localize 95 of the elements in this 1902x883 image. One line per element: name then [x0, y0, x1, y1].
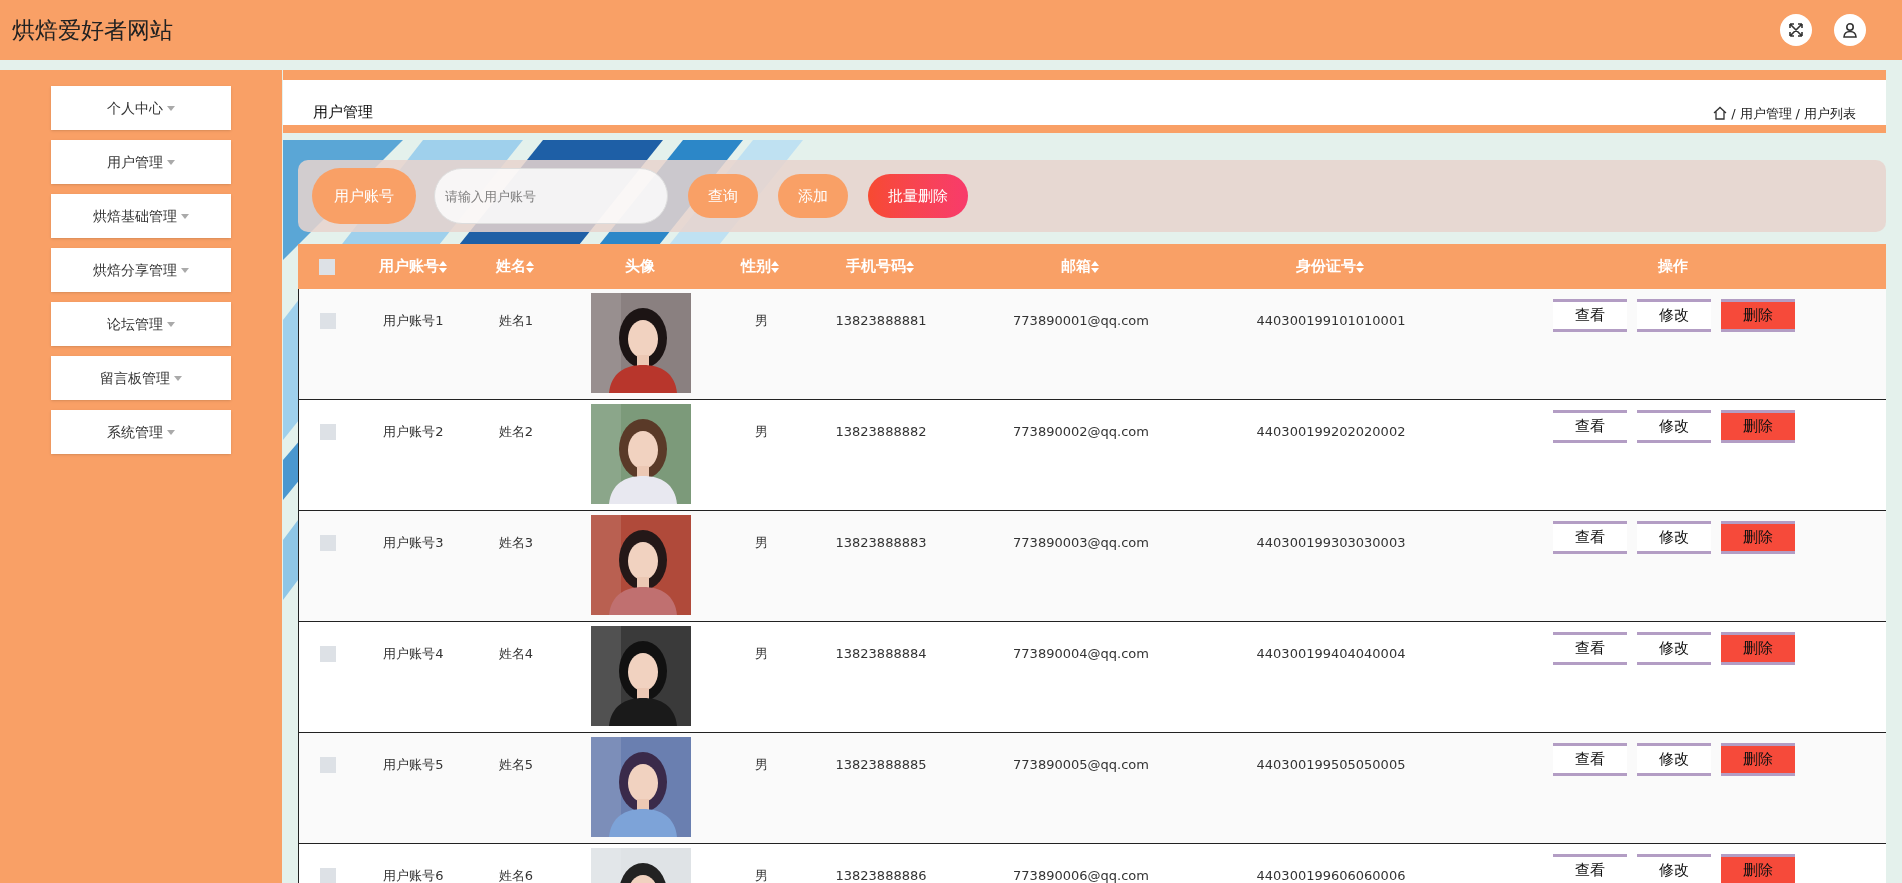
site-title: 烘焙爱好者网站: [12, 15, 173, 45]
table-cell-text: 773890006@qq.com: [1013, 867, 1149, 883]
edit-button[interactable]: 修改: [1636, 743, 1711, 776]
sort-icon[interactable]: [526, 260, 534, 273]
sidebar-item[interactable]: 留言板管理: [51, 356, 231, 400]
table-cell-text: 姓名3: [498, 534, 534, 552]
view-button[interactable]: 查看: [1552, 410, 1627, 443]
delete-button[interactable]: 删除: [1720, 299, 1795, 332]
table-cell-text: 用户账号3: [383, 534, 444, 552]
edit-button[interactable]: 修改: [1636, 521, 1711, 554]
checkbox[interactable]: [319, 868, 336, 883]
table-cell-text: 13823888881: [835, 312, 927, 330]
delete-button[interactable]: 删除: [1720, 410, 1795, 443]
edit-button[interactable]: 修改: [1636, 632, 1711, 665]
table-cell-text: 773890001@qq.com: [1013, 312, 1149, 330]
caret-icon: [167, 159, 175, 165]
sort-icon[interactable]: [906, 260, 914, 273]
checkbox[interactable]: [319, 424, 336, 440]
caret-icon: [174, 375, 182, 381]
user-icon: [1842, 22, 1858, 38]
table-cell-text: 13823888884: [835, 645, 927, 663]
caret-icon: [181, 213, 189, 219]
checkbox[interactable]: [319, 646, 336, 662]
table-cell-text: 440300199202020002: [1256, 423, 1406, 441]
delete-button[interactable]: 删除: [1720, 854, 1795, 883]
breadcrumb-link[interactable]: 用户管理: [1739, 103, 1792, 123]
table-cell-text: 用户账号5: [383, 756, 444, 774]
table-cell-text: 13823888882: [835, 423, 927, 441]
checkbox[interactable]: [319, 313, 336, 329]
table-cell-text: 男: [754, 423, 768, 441]
sort-icon[interactable]: [1356, 260, 1364, 273]
table-cell-text: 440300199404040004: [1256, 645, 1406, 663]
column-header: 头像: [624, 256, 656, 278]
sort-icon[interactable]: [438, 260, 447, 273]
table-cell-text: 13823888886: [835, 867, 927, 883]
breadcrumb-separator: /: [1795, 104, 1800, 123]
checkbox[interactable]: [319, 757, 336, 773]
table-cell-text: 姓名6: [498, 867, 534, 883]
caret-icon: [181, 267, 189, 273]
view-button[interactable]: 查看: [1552, 299, 1627, 332]
table-cell-text: 男: [754, 867, 768, 883]
table-cell-text: 男: [754, 645, 768, 663]
table-cell-text: 773890003@qq.com: [1013, 534, 1149, 552]
column-header: 操作: [1657, 256, 1689, 278]
table-cell-text: 773890002@qq.com: [1013, 423, 1149, 441]
sidebar-item[interactable]: 烘焙基础管理: [51, 194, 231, 238]
search-label: 用户账号: [312, 168, 416, 224]
caret-icon: [167, 105, 175, 111]
table-cell-text: 姓名4: [498, 645, 534, 663]
delete-button[interactable]: 删除: [1720, 521, 1795, 554]
table-cell-text: 440300199303030003: [1256, 534, 1406, 552]
edit-button[interactable]: 修改: [1636, 410, 1711, 443]
page-title: 用户管理: [313, 101, 373, 123]
caret-icon: [167, 321, 175, 327]
caret-icon: [167, 429, 175, 435]
sidebar-item[interactable]: 论坛管理: [51, 302, 231, 346]
table-cell-text: 男: [754, 534, 768, 552]
table-cell-text: 男: [754, 756, 768, 774]
table-cell-text: 773890004@qq.com: [1013, 645, 1149, 663]
table-cell-text: 13823888883: [835, 534, 927, 552]
table-cell-text: 用户账号1: [383, 312, 444, 330]
table-cell-text: 用户账号2: [383, 423, 444, 441]
delete-button[interactable]: 删除: [1720, 632, 1795, 665]
batch-delete-button[interactable]: 批量删除: [868, 174, 968, 218]
table-cell-text: 用户账号4: [383, 645, 444, 663]
checkbox[interactable]: [318, 258, 335, 275]
sort-icon[interactable]: [771, 260, 779, 273]
checkbox[interactable]: [319, 535, 336, 551]
table-cell-text: 姓名1: [498, 312, 534, 330]
sidebar-item[interactable]: 用户管理: [51, 140, 231, 184]
sidebar-item[interactable]: 烘焙分享管理: [51, 248, 231, 292]
table-cell-text: 姓名2: [498, 423, 534, 441]
table-cell-text: 440300199606060006: [1256, 867, 1406, 883]
table-cell-text: 440300199101010001: [1256, 312, 1406, 330]
view-button[interactable]: 查看: [1552, 743, 1627, 776]
view-button[interactable]: 查看: [1552, 521, 1627, 554]
table-cell-text: 男: [754, 312, 768, 330]
user-button[interactable]: [1834, 14, 1866, 46]
table-cell-text: 773890005@qq.com: [1013, 756, 1149, 774]
expand-icon: [1788, 22, 1804, 38]
delete-button[interactable]: 删除: [1720, 743, 1795, 776]
view-button[interactable]: 查看: [1552, 632, 1627, 665]
table-cell-text: 姓名5: [498, 756, 534, 774]
edit-button[interactable]: 修改: [1636, 299, 1711, 332]
home-icon[interactable]: [1713, 106, 1728, 121]
table-cell-text: 13823888885: [835, 756, 927, 774]
sidebar-item[interactable]: 个人中心: [51, 86, 231, 130]
breadcrumb-link[interactable]: 用户列表: [1804, 103, 1856, 123]
table-cell-text: 用户账号6: [383, 867, 444, 883]
breadcrumb-separator: /: [1731, 104, 1736, 123]
table-cell-text: 440300199505050005: [1256, 756, 1406, 774]
search-field[interactable]: 请输入用户账号: [434, 168, 668, 224]
fullscreen-button[interactable]: [1780, 14, 1812, 46]
sort-icon[interactable]: [1091, 260, 1099, 273]
sidebar-item[interactable]: 系统管理: [51, 410, 231, 454]
